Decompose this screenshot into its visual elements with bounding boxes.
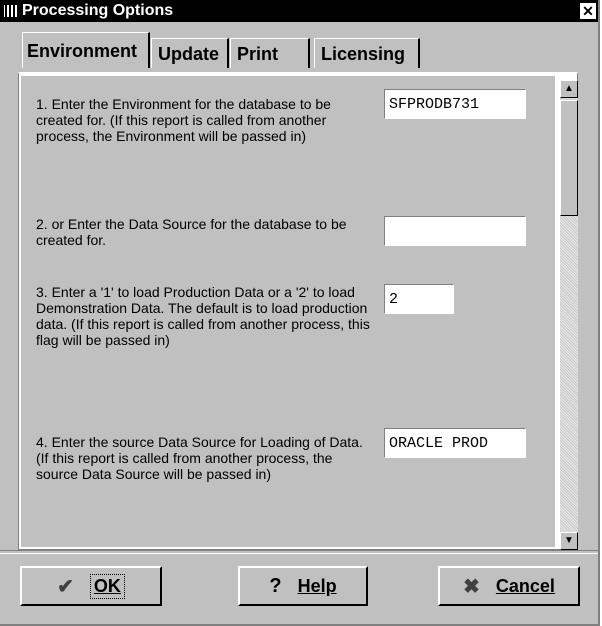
environment-field[interactable] (384, 89, 526, 119)
vertical-scrollbar[interactable]: ▲ ▼ (560, 80, 578, 550)
tab-print[interactable]: Print (230, 38, 310, 68)
scrollbar-thumb[interactable] (560, 100, 578, 216)
cancel-label: Cancel (495, 575, 555, 596)
processing-options-window: Processing Options ✕ Environment Update … (0, 0, 600, 626)
button-divider (0, 550, 598, 554)
help-button[interactable]: ? Help (238, 566, 368, 606)
data-source-field[interactable] (384, 216, 526, 246)
scroll-up-arrow-icon[interactable]: ▲ (560, 80, 578, 98)
cancel-button[interactable]: ✖ Cancel (438, 566, 580, 606)
x-icon: ✖ (463, 575, 480, 598)
question-icon: ? (269, 574, 282, 597)
option-4-prompt: 4. Enter the source Data Source for Load… (36, 434, 363, 482)
source-data-source-field[interactable] (384, 428, 526, 458)
window-title: Processing Options (22, 2, 174, 19)
option-3-prompt: 3. Enter a '1' to load Production Data o… (36, 284, 370, 348)
tab-update[interactable]: Update (151, 38, 229, 68)
close-icon[interactable]: ✕ (580, 3, 596, 19)
tab-environment[interactable]: Environment (22, 32, 150, 68)
app-icon (4, 5, 17, 17)
tab-licensing[interactable]: Licensing (314, 38, 420, 68)
help-label: Help (297, 575, 337, 596)
scroll-down-arrow-icon[interactable]: ▼ (560, 532, 578, 550)
checkmark-icon: ✔ (57, 575, 74, 598)
load-data-flag-field[interactable] (384, 284, 454, 314)
ok-button[interactable]: ✔ OK (20, 566, 162, 606)
ok-label: OK (89, 573, 125, 599)
option-2-prompt: 2. or Enter the Data Source for the data… (36, 216, 347, 248)
option-1-prompt: 1. Enter the Environment for the databas… (36, 96, 331, 144)
title-bar: Processing Options ✕ (0, 0, 598, 22)
